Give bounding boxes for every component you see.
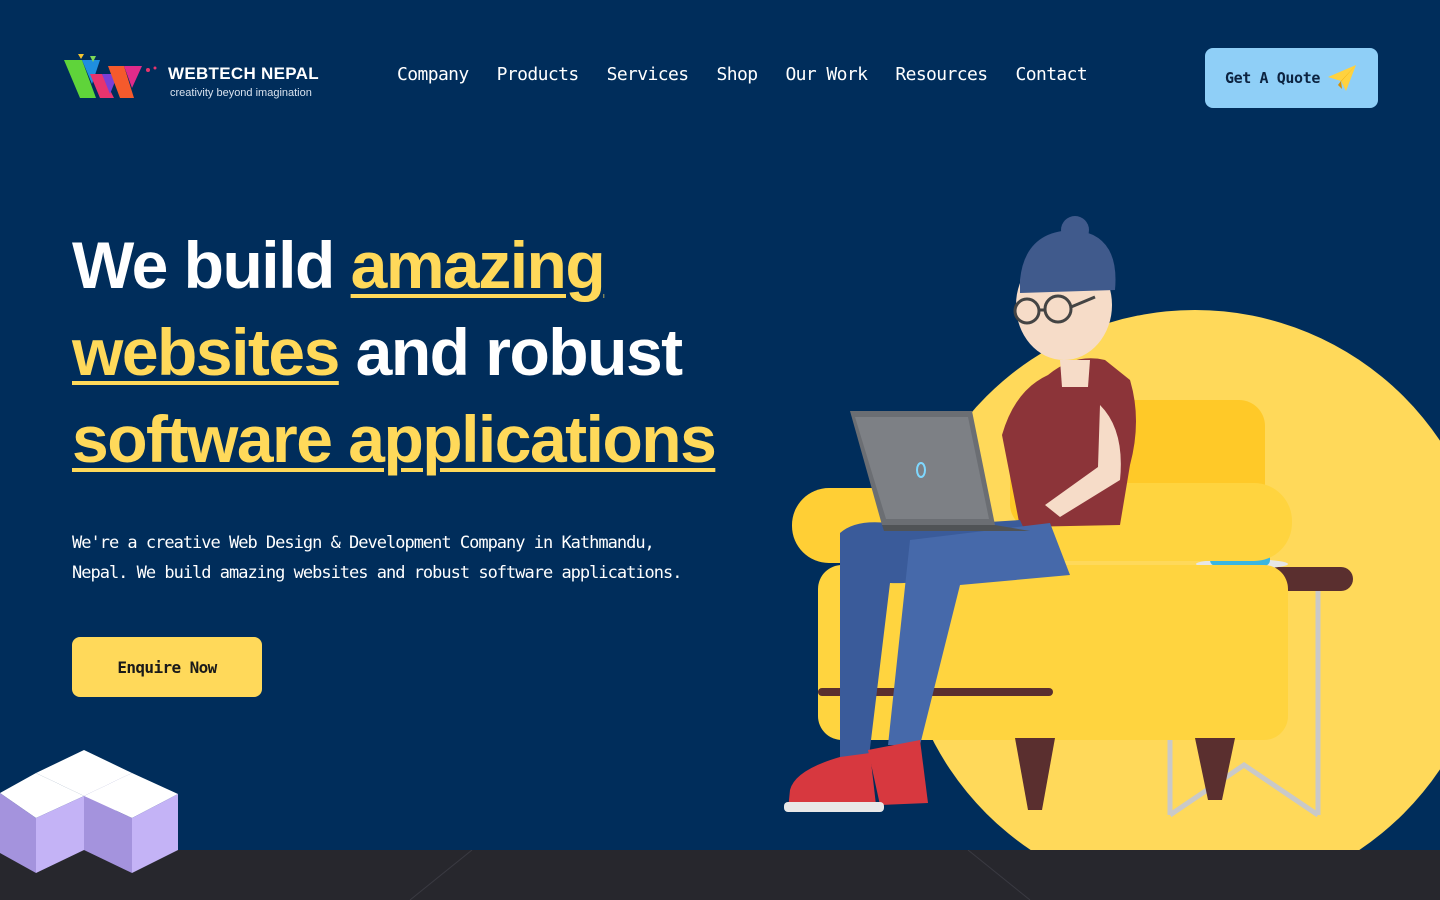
get-quote-label: Get A Quote (1225, 69, 1320, 87)
hero-headline: We build amazing websites and robust sof… (72, 222, 752, 483)
brand-logo[interactable]: WEBTECH NEPAL creativity beyond imaginat… (62, 54, 332, 104)
hero-illustration (770, 205, 1440, 850)
nav-item-services[interactable]: Services (607, 64, 690, 85)
nav-item-our-work[interactable]: Our Work (785, 64, 868, 85)
nav-item-shop[interactable]: Shop (716, 64, 758, 85)
headline-highlight-websites: websites (72, 315, 340, 389)
hero-description: We're a creative Web Design & Developmen… (72, 533, 683, 583)
enquire-now-button[interactable]: Enquire Now (72, 637, 262, 697)
paper-plane-icon (1327, 65, 1356, 91)
logo-mark-icon (64, 54, 157, 98)
nav-item-company[interactable]: Company (397, 64, 469, 85)
nav-item-products[interactable]: Products (497, 64, 580, 85)
section-divider-band (0, 849, 1440, 900)
nav-item-contact[interactable]: Contact (1015, 64, 1087, 85)
headline-highlight-amazing: amazing (350, 228, 606, 302)
headline-text-1: We build (72, 228, 351, 302)
nav-item-resources[interactable]: Resources (895, 64, 988, 85)
headline-highlight-software: software applications (72, 402, 717, 476)
brand-tagline: creativity beyond imagination (170, 87, 312, 99)
decorative-cubes-icon (0, 750, 178, 873)
brand-name: WEBTECH NEPAL (168, 64, 319, 83)
headline-text-2: and robust (338, 315, 683, 389)
get-quote-button[interactable]: Get A Quote (1205, 48, 1378, 108)
main-nav: Company Products Services Shop Our Work … (397, 64, 1088, 85)
